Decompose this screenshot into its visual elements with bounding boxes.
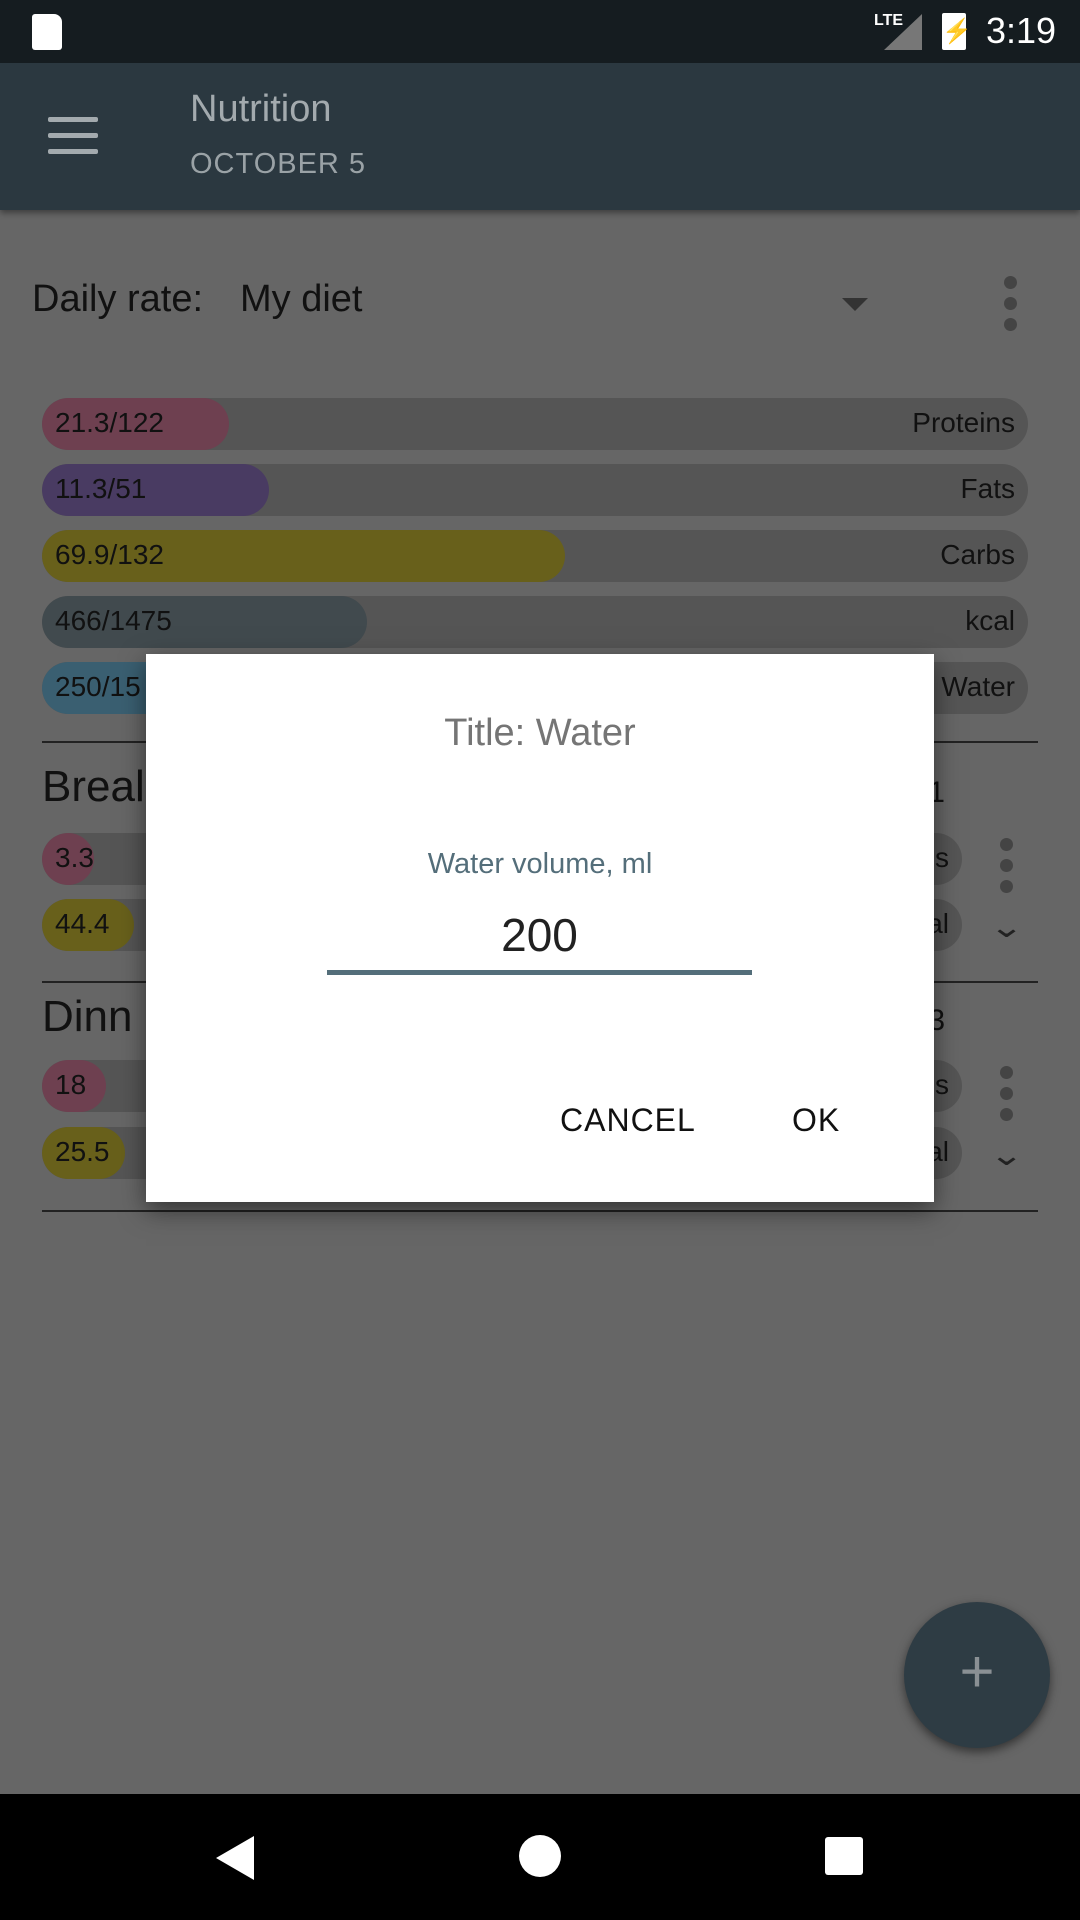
- dialog-title: Title: Water: [444, 712, 636, 754]
- bar-label: Water: [941, 671, 1015, 702]
- progress-bar-carbs: 69.9/132 Carbs: [42, 530, 1028, 582]
- status-bar: LTE ⚡ 3:19: [0, 0, 1080, 63]
- meal-title-breakfast: Breal: [42, 762, 145, 811]
- bar-label: s: [935, 842, 949, 873]
- bar-value: 21.3/122: [55, 407, 164, 438]
- home-icon[interactable]: [519, 1835, 561, 1877]
- water-dialog: Title: Water Water volume, ml CANCEL OK: [146, 654, 934, 1202]
- signal-icon: [884, 14, 922, 50]
- daily-rate-label: Daily rate:: [32, 278, 204, 320]
- bar-label: Carbs: [940, 539, 1015, 570]
- bar-value: 25.5: [55, 1136, 110, 1167]
- bar-label: s: [935, 1069, 949, 1100]
- bar-value: 44.4: [55, 908, 110, 939]
- back-icon[interactable]: [216, 1836, 254, 1880]
- meal-more-icon[interactable]: [1000, 1066, 1014, 1129]
- plus-icon: +: [959, 1638, 995, 1705]
- water-volume-input[interactable]: [327, 900, 752, 975]
- progress-bar-kcal: 466/1475 kcal: [42, 596, 1028, 648]
- bar-label: kcal: [965, 605, 1015, 636]
- bar-label: Fats: [960, 473, 1015, 504]
- divider: [42, 1210, 1038, 1212]
- bar-value: 466/1475: [55, 605, 172, 636]
- dropdown-arrow-icon[interactable]: [842, 298, 868, 311]
- clock: 3:19: [986, 10, 1057, 51]
- expand-chevron-icon[interactable]: ⌄: [989, 910, 1024, 945]
- bar-label: Proteins: [912, 407, 1015, 438]
- progress-bar-fats: 11.3/51 Fats: [42, 464, 1028, 516]
- battery-charging-icon: ⚡: [942, 13, 972, 50]
- daily-rate-dropdown[interactable]: My diet: [240, 278, 362, 321]
- progress-bar-proteins: 21.3/122 Proteins: [42, 398, 1028, 450]
- meal-title-dinner: Dinn: [42, 992, 133, 1041]
- expand-chevron-icon[interactable]: ⌄: [989, 1138, 1024, 1173]
- app-title: Nutrition: [190, 88, 332, 130]
- ok-button[interactable]: OK: [792, 1102, 840, 1139]
- bar-value: 18: [55, 1069, 87, 1100]
- sd-card-icon: [32, 14, 62, 50]
- water-volume-label: Water volume, ml: [427, 848, 653, 880]
- date-subtitle[interactable]: OCTOBER 5: [190, 148, 366, 181]
- bar-value: 11.3/51: [55, 473, 147, 504]
- bar-value: 250/15: [55, 671, 141, 702]
- meal-more-icon[interactable]: [1000, 838, 1014, 901]
- hamburger-icon[interactable]: [0, 63, 140, 210]
- navigation-bar: [0, 1794, 1080, 1920]
- bar-value: 3.3: [55, 842, 94, 873]
- bar-value: 69.9/132: [55, 539, 164, 570]
- cancel-button[interactable]: CANCEL: [560, 1102, 696, 1139]
- recents-icon[interactable]: [825, 1837, 863, 1875]
- add-fab-button[interactable]: +: [904, 1602, 1050, 1748]
- app-bar: [0, 63, 1080, 210]
- more-options-icon[interactable]: [1004, 276, 1018, 339]
